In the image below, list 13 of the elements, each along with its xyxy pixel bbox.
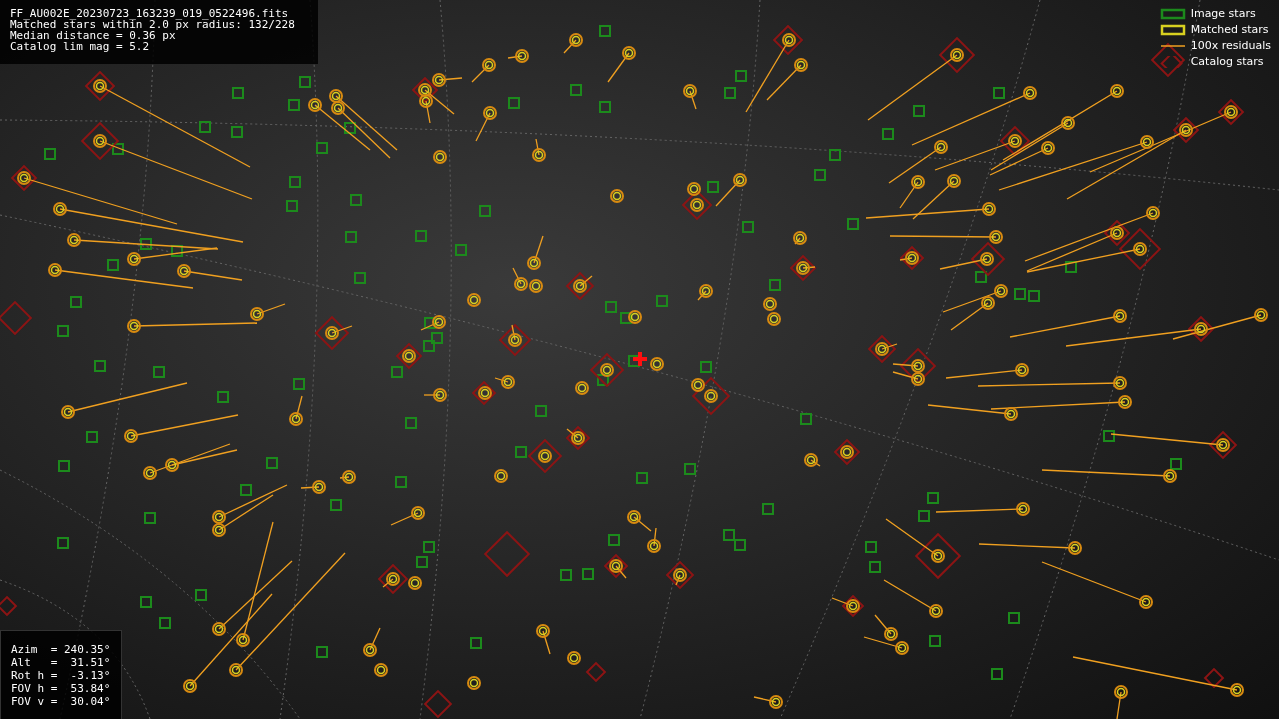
pointing-text: FOV h = 53.84° <box>11 682 112 695</box>
info-text: Median distance = 0.36 px <box>10 30 176 41</box>
pointing-text: Alt = 31.51° <box>11 656 112 669</box>
info-text: FF_AU002E_20230723_163239_019_0522496.fits <box>10 8 290 19</box>
info-text: Catalog lim mag = 5.2 <box>10 41 151 52</box>
pointing-text: Rot h = -3.13° <box>11 669 112 682</box>
info-text: Matched stars within 2.0 px radius: 132/228 <box>10 19 296 30</box>
pointing-text: Azim = 240.35° <box>11 643 112 656</box>
legend-label: Image stars <box>1190 7 1256 20</box>
legend-label: 100x residuals <box>1190 39 1271 52</box>
pointing-text: FOV v = 30.04° <box>11 695 112 708</box>
legend-label: Catalog stars <box>1190 55 1264 68</box>
legend-label: Matched stars <box>1190 23 1269 36</box>
